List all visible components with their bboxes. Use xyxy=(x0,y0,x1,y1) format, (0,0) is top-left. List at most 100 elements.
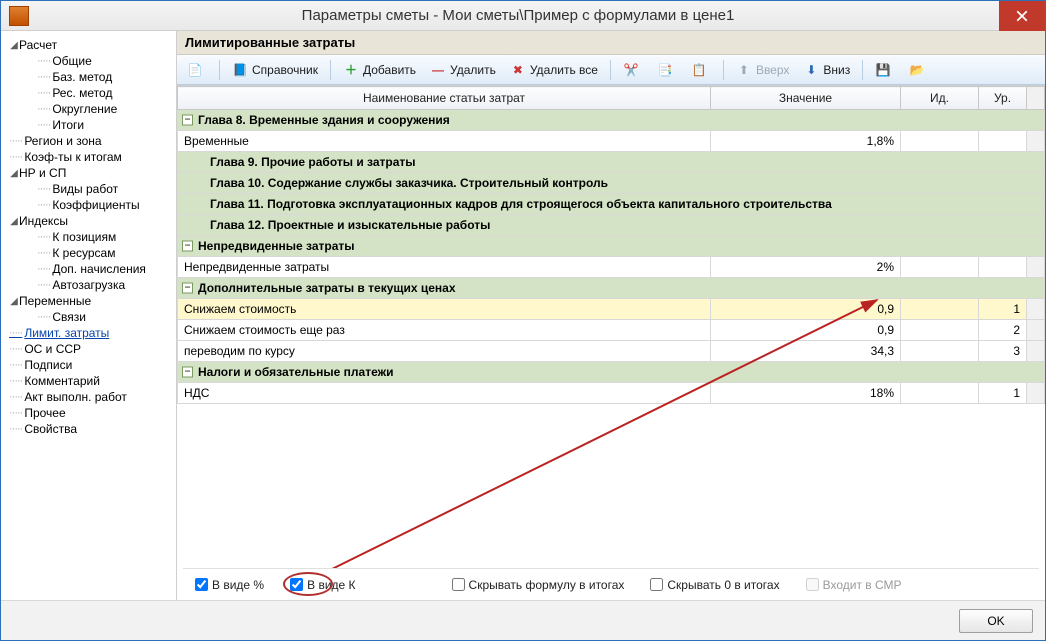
table-row[interactable]: переводим по курсу34,3 3 xyxy=(178,341,1045,362)
sidebar-item[interactable]: ·····Виды работ xyxy=(5,181,172,197)
cell-level[interactable]: 2 xyxy=(979,320,1027,341)
sidebar-item[interactable]: ·····Автозагрузка xyxy=(5,277,172,293)
cell-value[interactable]: 0,9 xyxy=(711,320,901,341)
table-row[interactable]: −Непредвиденные затраты xyxy=(178,236,1045,257)
sidebar-item[interactable]: ·····Коэффициенты xyxy=(5,197,172,213)
sidebar-item[interactable]: ·····Рес. метод xyxy=(5,85,172,101)
open-button[interactable]: 📂 xyxy=(903,59,935,81)
sidebar-item[interactable]: ◢Индексы xyxy=(5,213,172,229)
sidebar-item[interactable]: ◢Расчет xyxy=(5,37,172,53)
cell-id[interactable] xyxy=(901,131,979,152)
sidebar-item[interactable]: ·····Округление xyxy=(5,101,172,117)
cell-level[interactable]: 1 xyxy=(979,383,1027,404)
cell-name[interactable]: Непредвиденные затраты xyxy=(178,257,711,278)
sidebar-item[interactable]: ◢Переменные xyxy=(5,293,172,309)
sidebar-item[interactable]: ·····Итоги xyxy=(5,117,172,133)
cell-value[interactable]: 2% xyxy=(711,257,901,278)
table-row[interactable]: НДС18% 1 xyxy=(178,383,1045,404)
col-name[interactable]: Наименование статьи затрат xyxy=(178,87,711,110)
table-row[interactable]: Глава 10. Содержание службы заказчика. С… xyxy=(178,173,1045,194)
sidebar-item[interactable]: ·····Комментарий xyxy=(5,373,172,389)
cell-name[interactable]: Временные xyxy=(178,131,711,152)
hide-zero-input[interactable] xyxy=(650,578,663,591)
delete-button[interactable]: — Удалить xyxy=(424,59,502,81)
up-button[interactable]: ⬆ Вверх xyxy=(730,59,795,81)
cell-id[interactable] xyxy=(901,257,979,278)
table-row[interactable]: −Дополнительные затраты в текущих ценах xyxy=(178,278,1045,299)
col-id[interactable]: Ид. xyxy=(901,87,979,110)
cell-value[interactable]: 1,8% xyxy=(711,131,901,152)
copy-button[interactable]: 📑 xyxy=(651,59,683,81)
cell-id[interactable] xyxy=(901,299,979,320)
sidebar-item[interactable]: ·····К позициям xyxy=(5,229,172,245)
cell-name[interactable]: НДС xyxy=(178,383,711,404)
save-button[interactable]: 💾 xyxy=(869,59,901,81)
table-row[interactable]: Глава 12. Проектные и изыскательные рабо… xyxy=(178,215,1045,236)
cell-id[interactable] xyxy=(901,383,979,404)
as-coeff-checkbox[interactable]: В виде К xyxy=(290,578,355,592)
reference-button[interactable]: 📘 Справочник xyxy=(226,59,324,81)
cell-value[interactable]: 18% xyxy=(711,383,901,404)
grid-scrollbar-header xyxy=(1027,87,1045,110)
ok-button[interactable]: OK xyxy=(959,609,1033,633)
add-button[interactable]: ＋ Добавить xyxy=(337,59,422,81)
table-row[interactable]: Снижаем стоимость0,9 1 xyxy=(178,299,1045,320)
as-coeff-input[interactable] xyxy=(290,578,303,591)
sidebar-item[interactable]: ·····ОС и ССР xyxy=(5,341,172,357)
col-value[interactable]: Значение xyxy=(711,87,901,110)
cell-value[interactable]: 34,3 xyxy=(711,341,901,362)
hide-formula-input[interactable] xyxy=(452,578,465,591)
as-percent-checkbox[interactable]: В виде % xyxy=(195,578,264,592)
col-level[interactable]: Ур. xyxy=(979,87,1027,110)
table-row[interactable]: Временные1,8% xyxy=(178,131,1045,152)
toolbar-separator xyxy=(610,60,611,80)
sidebar-item[interactable]: ·····Прочее xyxy=(5,405,172,421)
table-row[interactable]: Глава 9. Прочие работы и затраты xyxy=(178,152,1045,173)
sidebar-item[interactable]: ◢НР и СП xyxy=(5,165,172,181)
sidebar-item[interactable]: ·····Общие xyxy=(5,53,172,69)
sidebar-item[interactable]: ·····Коэф-ты к итогам xyxy=(5,149,172,165)
down-button[interactable]: ⬇ Вниз xyxy=(797,59,856,81)
sidebar-item[interactable]: ·····Доп. начисления xyxy=(5,261,172,277)
cell-name[interactable]: Снижаем стоимость еще раз xyxy=(178,320,711,341)
sidebar-item[interactable]: ·····К ресурсам xyxy=(5,245,172,261)
table-row[interactable]: Снижаем стоимость еще раз0,9 2 xyxy=(178,320,1045,341)
table-row[interactable]: Глава 11. Подготовка эксплуатационных ка… xyxy=(178,194,1045,215)
sidebar-item-label: Округление xyxy=(52,102,117,116)
table-row[interactable]: Непредвиденные затраты2% xyxy=(178,257,1045,278)
sidebar-item[interactable]: ·····Регион и зона xyxy=(5,133,172,149)
cell-level[interactable]: 1 xyxy=(979,299,1027,320)
paste-button[interactable]: 📋 xyxy=(685,59,717,81)
collapse-icon[interactable]: − xyxy=(182,241,193,252)
collapse-icon[interactable]: − xyxy=(182,283,193,294)
sidebar-item[interactable]: ·····Подписи xyxy=(5,357,172,373)
delete-all-button[interactable]: ✖ Удалить все xyxy=(504,59,604,81)
cell-name[interactable]: Снижаем стоимость xyxy=(178,299,711,320)
cell-id[interactable] xyxy=(901,320,979,341)
collapse-icon[interactable]: − xyxy=(182,115,193,126)
sidebar-item[interactable]: ·····Свойства xyxy=(5,421,172,437)
sidebar-item-label: Коэф-ты к итогам xyxy=(24,150,121,164)
toolbar-new-icon[interactable]: 📄 xyxy=(181,59,213,81)
hide-zero-checkbox[interactable]: Скрывать 0 в итогах xyxy=(650,578,779,592)
cut-button[interactable]: ✂️ xyxy=(617,59,649,81)
grid-scroll-area[interactable]: Наименование статьи затрат Значение Ид. … xyxy=(177,85,1045,568)
sidebar-item[interactable]: ·····Акт выполн. работ xyxy=(5,389,172,405)
costs-grid[interactable]: Наименование статьи затрат Значение Ид. … xyxy=(177,86,1045,404)
table-row[interactable]: −Глава 8. Временные здания и сооружения xyxy=(178,110,1045,131)
sidebar-item[interactable]: ·····Баз. метод xyxy=(5,69,172,85)
hide-formula-checkbox[interactable]: Скрывать формулу в итогах xyxy=(452,578,625,592)
cell-id[interactable] xyxy=(901,341,979,362)
cell-name[interactable]: переводим по курсу xyxy=(178,341,711,362)
cell-level[interactable]: 3 xyxy=(979,341,1027,362)
sidebar-item[interactable]: ·····Лимит. затраты xyxy=(5,325,172,341)
table-row[interactable]: −Налоги и обязательные платежи xyxy=(178,362,1045,383)
close-button[interactable] xyxy=(999,1,1045,31)
cell-level[interactable] xyxy=(979,257,1027,278)
sidebar-item[interactable]: ·····Связи xyxy=(5,309,172,325)
collapse-icon[interactable]: − xyxy=(182,367,193,378)
as-percent-input[interactable] xyxy=(195,578,208,591)
cell-value[interactable]: 0,9 xyxy=(711,299,901,320)
cell-level[interactable] xyxy=(979,131,1027,152)
sidebar-tree[interactable]: ◢Расчет·····Общие·····Баз. метод·····Рес… xyxy=(1,31,177,600)
